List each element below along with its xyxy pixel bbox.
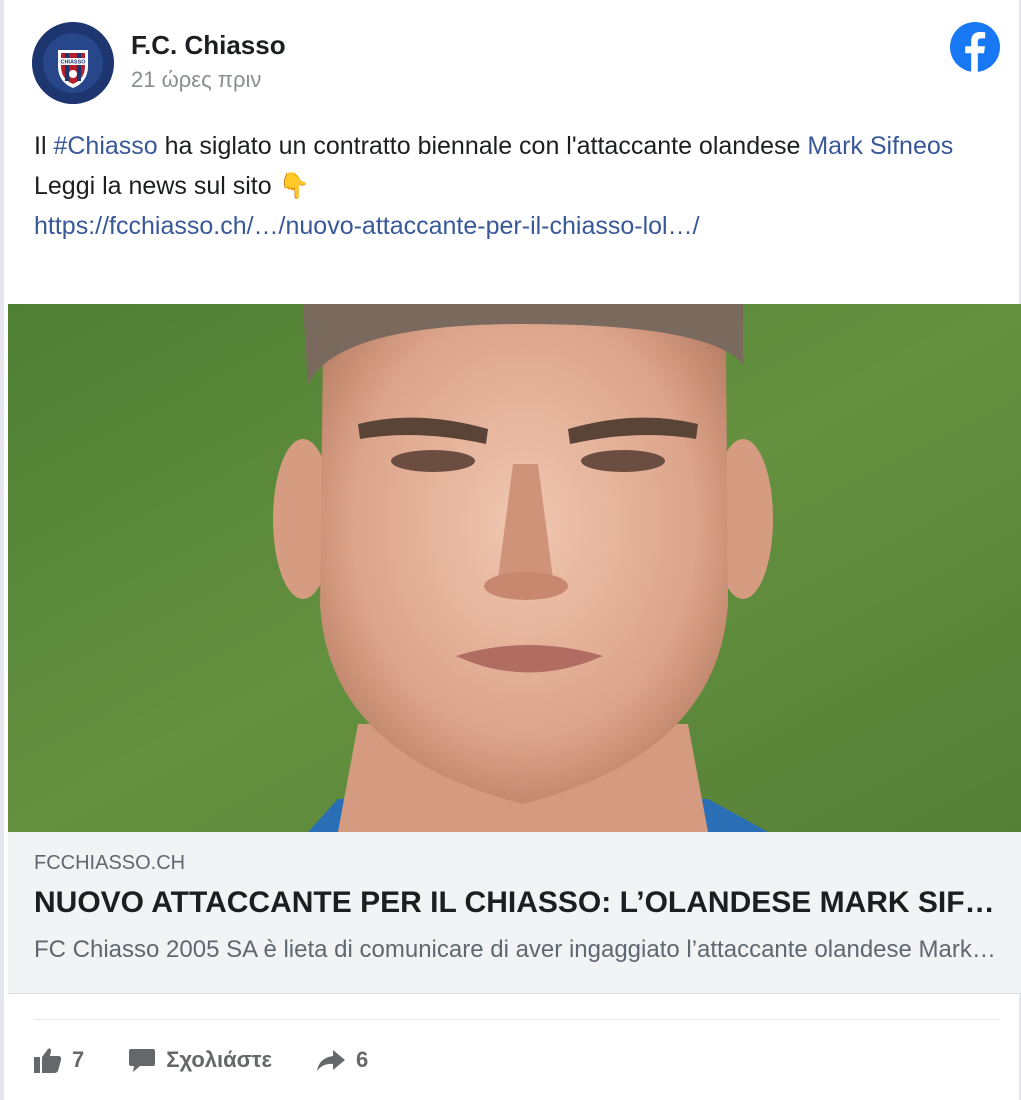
comment-button[interactable]: Σχολιάστε: [128, 1047, 272, 1073]
link-preview[interactable]: FCCHIASSO.CH NUOVO ATTACCANTE PER IL CHI…: [8, 832, 1021, 994]
preview-title[interactable]: NUOVO ATTACCANTE PER IL CHIASSO: L’OLAND…: [34, 886, 999, 920]
page-avatar[interactable]: CHIASSO: [32, 22, 114, 104]
page-name[interactable]: F.C. Chiasso: [131, 30, 286, 61]
post-actions: 7 Σχολιάστε 6: [34, 1042, 412, 1078]
post-text-middle: ha siglato un contratto biennale con l'a…: [157, 132, 808, 160]
like-count: 7: [72, 1047, 85, 1072]
post-body: Il #Chiasso ha siglato un contratto bien…: [34, 126, 999, 246]
comment-icon: [129, 1049, 156, 1072]
post-url-link[interactable]: https://fcchiasso.ch/…/nuovo-attaccante-…: [34, 212, 700, 240]
post-text-line2: Leggi la news sul sito 👇: [34, 172, 310, 200]
facebook-post-card: CHIASSO F.C. Chiasso 21 ώρες πριν Il #Ch…: [0, 0, 1021, 1100]
preview-description: FC Chiasso 2005 SA è lieta di comunicare…: [34, 936, 999, 963]
post-text-before: Il: [34, 132, 54, 160]
player-photo[interactable]: [8, 304, 1021, 832]
comment-label: Σχολιάστε: [166, 1047, 272, 1072]
share-arrow-icon: [316, 1050, 345, 1071]
thumbs-up-icon: [34, 1048, 62, 1073]
club-crest-icon: CHIASSO: [32, 22, 114, 104]
post-timestamp[interactable]: 21 ώρες πριν: [131, 67, 261, 93]
like-button[interactable]: 7: [34, 1047, 84, 1073]
hashtag-link[interactable]: #Chiasso: [53, 132, 157, 160]
preview-domain: FCCHIASSO.CH: [34, 852, 186, 874]
share-button[interactable]: 6: [316, 1047, 368, 1073]
actions-divider: [34, 1019, 1000, 1020]
facebook-icon[interactable]: [950, 22, 1000, 72]
svg-text:CHIASSO: CHIASSO: [60, 60, 86, 66]
mention-link[interactable]: Mark Sifneos: [807, 132, 953, 160]
share-count: 6: [355, 1047, 369, 1072]
